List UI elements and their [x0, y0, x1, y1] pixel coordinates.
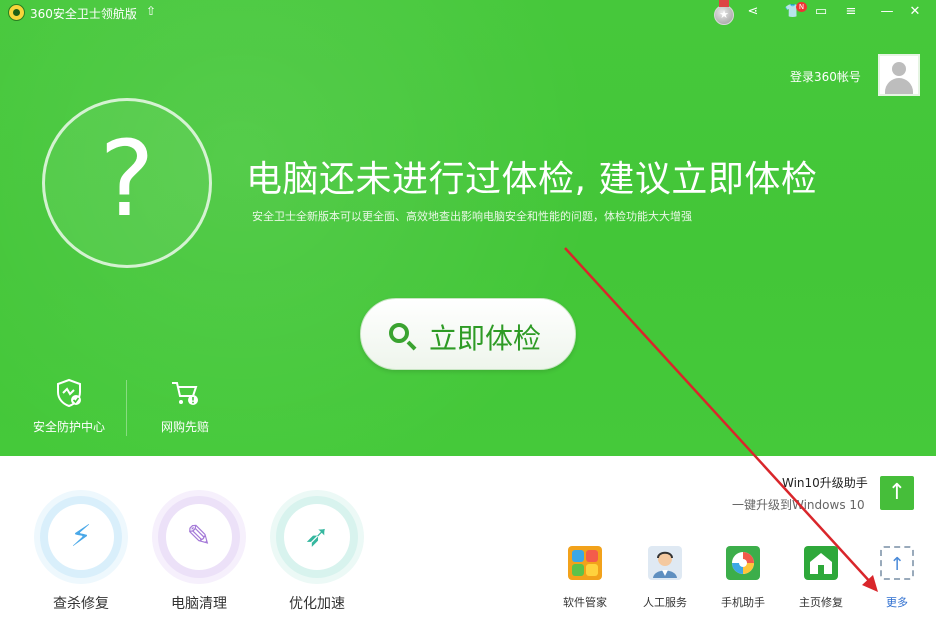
rocket-icon: ➶	[304, 519, 330, 554]
scan-repair-label: 查杀修复	[53, 596, 109, 612]
app-logo-icon	[8, 4, 25, 21]
customer-service-icon	[648, 546, 682, 580]
menu-icon[interactable]: ≡	[840, 2, 862, 22]
phone-assistant-label: 手机助手	[721, 596, 765, 609]
more-button[interactable]: ↑ 更多	[862, 546, 932, 612]
disk-cleanup-label: 电脑清理	[171, 596, 227, 612]
divider	[126, 380, 127, 436]
version-upgrade-icon[interactable]: ⇧	[146, 4, 156, 18]
lightning-icon: ⚡	[70, 519, 92, 554]
shopping-guarantee-label: 网购先赔	[160, 420, 209, 434]
software-manager-label: 软件管家	[563, 596, 607, 609]
disk-cleanup-button[interactable]: ✎ 电脑清理	[138, 490, 258, 612]
security-center-button[interactable]: 安全防护中心	[24, 378, 114, 440]
medal-icon[interactable]: ★	[714, 0, 734, 25]
optimize-speedup-button[interactable]: ➶ 优化加速	[256, 490, 376, 612]
shopping-guarantee-button[interactable]: 网购先赔	[140, 378, 230, 440]
status-description: 安全卫士全新版本可以更全面、高效地查出影响电脑安全和性能的问题，体检功能大大增强	[252, 210, 692, 223]
shirt-new-badge: N	[796, 2, 807, 12]
close-icon[interactable]: ✕	[904, 2, 926, 22]
phone-assistant-icon	[726, 546, 760, 580]
status-ring: ?	[42, 98, 212, 268]
more-label: 更多	[886, 596, 908, 609]
optimize-speedup-label: 优化加速	[289, 596, 345, 612]
app-title: 360安全卫士领航版	[30, 7, 137, 21]
software-manager-icon	[568, 546, 602, 580]
homepage-repair-button[interactable]: 主页修复	[786, 546, 856, 612]
win10-upgrade-subtitle[interactable]: 一键升级到Windows 10	[732, 496, 865, 513]
security-center-label: 安全防护中心	[32, 420, 105, 434]
check-now-label: 立即体检	[429, 322, 542, 355]
message-icon[interactable]: ▭	[810, 2, 832, 22]
question-mark-icon: ?	[99, 118, 155, 240]
user-avatar-icon[interactable]	[878, 54, 920, 96]
main-status-panel: 360安全卫士领航版 ⇧ ★ ⋖ 👕 N ▭ ≡ — ✕ 登录360帐号 ? 电…	[0, 0, 936, 456]
check-now-button[interactable]: 立即体检	[360, 298, 576, 370]
broom-icon: ✎	[186, 519, 212, 554]
home-repair-icon	[804, 546, 838, 580]
status-headline: 电脑还未进行过体检, 建议立即体检	[246, 159, 818, 200]
shield-icon	[54, 378, 84, 408]
phone-assistant-button[interactable]: 手机助手	[708, 546, 778, 612]
customer-service-button[interactable]: 人工服务	[630, 546, 700, 612]
homepage-repair-label: 主页修复	[799, 596, 843, 609]
software-manager-button[interactable]: 软件管家	[550, 546, 620, 612]
shopping-cart-icon	[170, 378, 200, 408]
scan-repair-button[interactable]: ⚡ 查杀修复	[20, 490, 140, 612]
win10-upgrade-title[interactable]: Win10升级助手	[782, 474, 868, 491]
title-bar: 360安全卫士领航版 ⇧ ★ ⋖ 👕 N ▭ ≡ — ✕	[0, 0, 936, 25]
search-icon	[389, 323, 409, 343]
more-icon: ↑	[880, 546, 914, 580]
up-arrow-icon[interactable]: ↑	[880, 476, 914, 510]
customer-service-label: 人工服务	[643, 596, 687, 609]
share-icon[interactable]: ⋖	[742, 2, 764, 22]
minimize-icon[interactable]: —	[876, 2, 898, 22]
login-link[interactable]: 登录360帐号	[790, 68, 861, 85]
